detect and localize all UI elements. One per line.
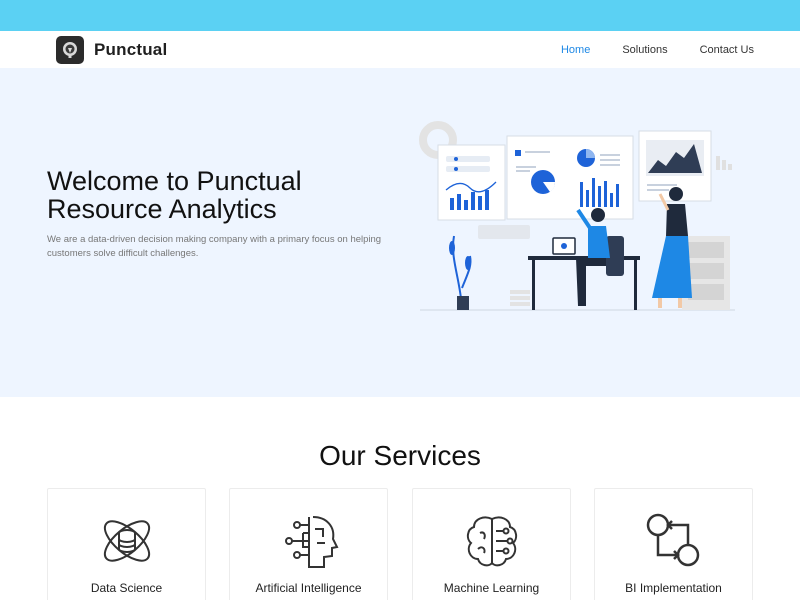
service-label: Machine Learning	[443, 581, 540, 595]
service-card-ai[interactable]: Artificial Intelligence	[229, 488, 388, 600]
main-nav: Home Solutions Contact Us	[529, 31, 754, 68]
services-title: Our Services	[319, 440, 481, 471]
brand[interactable]: Punctual	[56, 36, 167, 64]
analytics-illustration	[419, 121, 735, 311]
nav-solutions-link[interactable]: Solutions	[622, 44, 667, 56]
top-accent-bar	[0, 0, 800, 31]
navbar: Punctual Home Solutions Contact Us	[0, 31, 800, 68]
service-label: Data Science	[90, 581, 163, 595]
logo-icon	[56, 36, 84, 64]
brand-name: Punctual	[94, 40, 168, 59]
brain-icon	[466, 516, 517, 567]
ai-head-icon	[284, 516, 338, 568]
hero-subtitle: We are a data-driven decision making com…	[47, 234, 382, 259]
workflow-icon	[646, 513, 699, 567]
hero-section: Welcome to Punctual Resource Analytics W…	[0, 68, 800, 397]
service-label: Artificial Intelligence	[255, 581, 362, 595]
nav-contact-link[interactable]: Contact Us	[700, 44, 754, 56]
service-card-ml[interactable]: Machine Learning	[412, 488, 571, 600]
service-card-data-science[interactable]: Data Science	[47, 488, 206, 600]
nav-home-link[interactable]: Home	[561, 44, 590, 56]
hero-title: Welcome to Punctual Resource Analytics	[47, 166, 302, 224]
data-science-icon	[103, 520, 150, 562]
service-card-bi[interactable]: BI Implementation	[594, 488, 753, 600]
service-label: BI Implementation	[625, 581, 722, 595]
